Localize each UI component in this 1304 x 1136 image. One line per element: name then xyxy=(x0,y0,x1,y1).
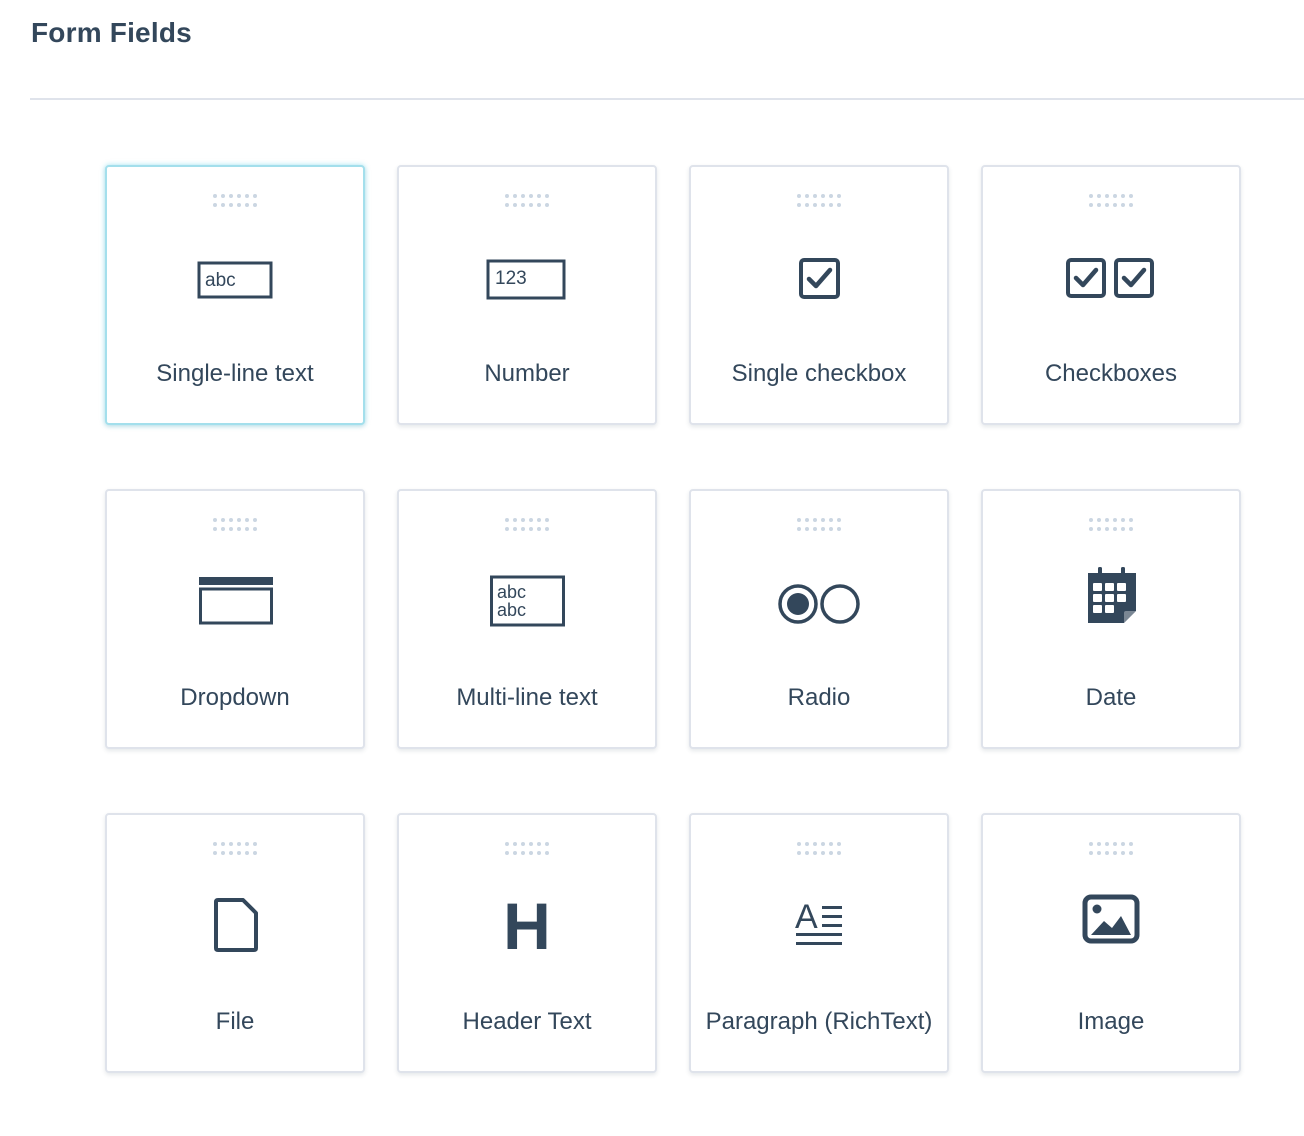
field-tile-paragraph-richtext[interactable]: A Paragraph (RichText) xyxy=(689,813,949,1073)
calendar-icon xyxy=(1066,567,1156,631)
file-icon xyxy=(190,898,280,955)
field-tile-number[interactable]: 123 Number xyxy=(397,165,657,425)
drag-handle-icon[interactable] xyxy=(212,193,260,211)
field-tile-radio[interactable]: Radio xyxy=(689,489,949,749)
field-tile-dropdown[interactable]: Dropdown xyxy=(105,489,365,749)
header-icon: H xyxy=(482,889,572,963)
field-tile-checkboxes[interactable]: Checkboxes xyxy=(981,165,1241,425)
field-label: Checkboxes xyxy=(1044,360,1178,387)
form-fields-panel: Form Fields abc Single-line text 123 Num… xyxy=(0,0,1304,1136)
field-tile-image[interactable]: Image xyxy=(981,813,1241,1073)
checkboxes-icon xyxy=(1066,253,1156,307)
icon-text: A xyxy=(795,898,818,936)
dropdown-icon xyxy=(190,577,280,631)
field-label: Single checkbox xyxy=(731,360,907,387)
field-label: Number xyxy=(484,360,570,387)
drag-handle-icon[interactable] xyxy=(504,193,552,211)
number-icon: 123 xyxy=(482,253,572,307)
radio-icon xyxy=(774,577,864,631)
field-label: Header Text xyxy=(462,1008,592,1035)
drag-handle-icon[interactable] xyxy=(212,841,260,859)
field-tile-date[interactable]: Date xyxy=(981,489,1241,749)
drag-handle-icon[interactable] xyxy=(796,193,844,211)
single-checkbox-icon xyxy=(774,253,864,307)
field-label: Dropdown xyxy=(180,684,290,711)
field-label: Radio xyxy=(787,684,851,711)
drag-handle-icon[interactable] xyxy=(212,517,260,535)
field-label: Multi-line text xyxy=(456,684,598,711)
field-label: Single-line text xyxy=(156,360,314,387)
field-tile-single-checkbox[interactable]: Single checkbox xyxy=(689,165,949,425)
field-tile-header-text[interactable]: H Header Text xyxy=(397,813,657,1073)
drag-handle-icon[interactable] xyxy=(1088,841,1136,859)
icon-text: 123 xyxy=(495,268,527,289)
field-tile-multi-line-text[interactable]: abc abc Multi-line text xyxy=(397,489,657,749)
field-label: Image xyxy=(1077,1008,1145,1035)
icon-text: abc xyxy=(205,270,236,291)
paragraph-icon: A xyxy=(774,898,864,955)
drag-handle-icon[interactable] xyxy=(504,517,552,535)
image-icon xyxy=(1066,894,1156,955)
field-label: File xyxy=(215,1008,255,1035)
field-tile-single-line-text[interactable]: abc Single-line text xyxy=(105,165,365,425)
field-label: Paragraph (RichText) xyxy=(705,1008,933,1035)
form-field-grid: abc Single-line text 123 Number Single c… xyxy=(105,165,1241,1073)
divider xyxy=(30,98,1304,100)
icon-text: H xyxy=(503,889,551,963)
drag-handle-icon[interactable] xyxy=(1088,517,1136,535)
icon-text-line-2: abc xyxy=(497,600,526,620)
field-label: Date xyxy=(1085,684,1137,711)
drag-handle-icon[interactable] xyxy=(1088,193,1136,211)
single-line-text-icon: abc xyxy=(190,253,280,307)
drag-handle-icon[interactable] xyxy=(796,841,844,859)
multi-line-text-icon: abc abc xyxy=(482,575,572,631)
field-tile-file[interactable]: File xyxy=(105,813,365,1073)
drag-handle-icon[interactable] xyxy=(504,841,552,859)
panel-title: Form Fields xyxy=(31,17,192,48)
icon-text-line-1: abc xyxy=(497,582,526,602)
drag-handle-icon[interactable] xyxy=(796,517,844,535)
